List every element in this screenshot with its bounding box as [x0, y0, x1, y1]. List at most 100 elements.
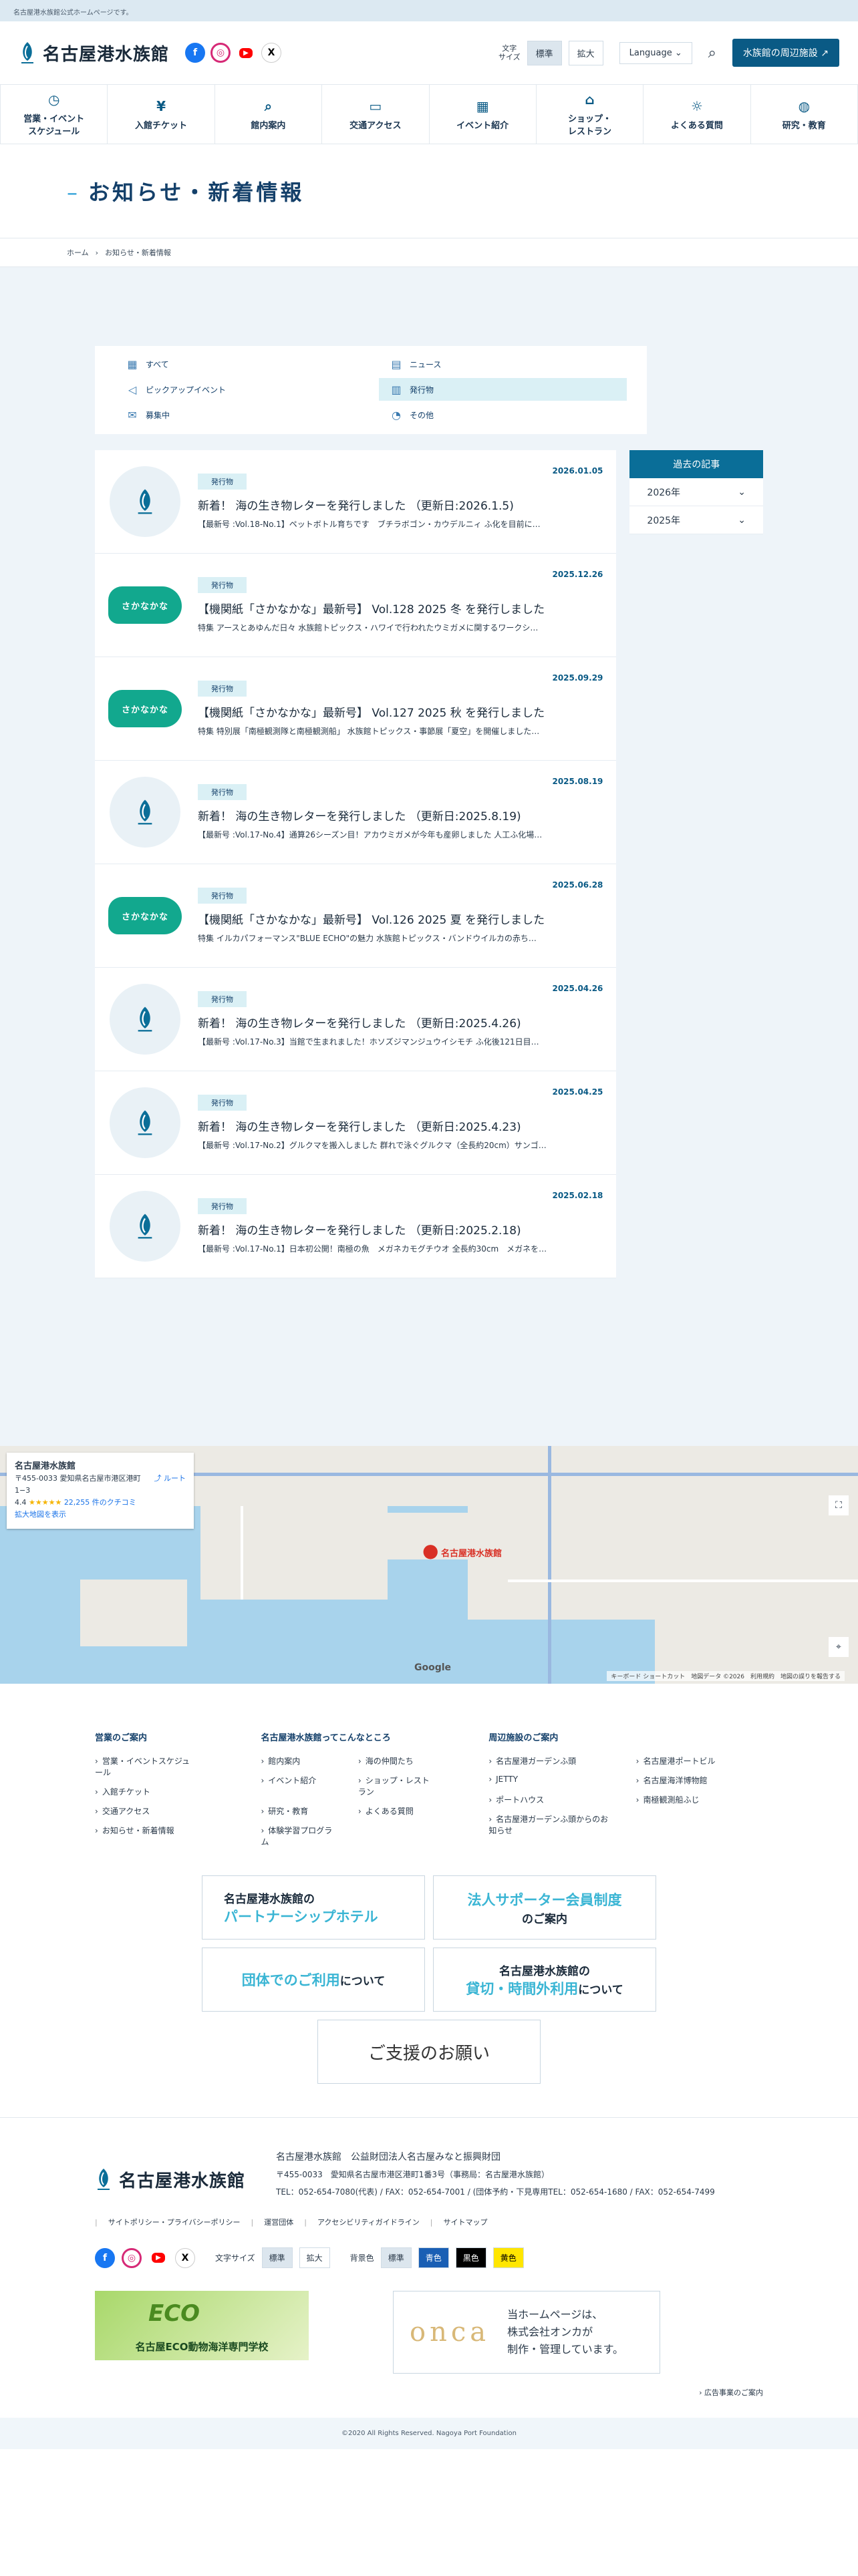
footer-link[interactable]: 交通アクセス	[95, 1805, 194, 1817]
footer-link[interactable]: ポートハウス	[488, 1794, 615, 1805]
banner-highlight: 貸切・時間外利用	[466, 1980, 579, 1997]
chevron-down-icon: ⌄	[738, 486, 746, 498]
footer-link[interactable]: ショップ・レストラン	[358, 1775, 435, 1797]
article-item[interactable]: さかなかな 発行物 【機関紙「さかなかな」最新号】 Vol.127 2025 秋 を…	[95, 657, 617, 761]
nav-item-7[interactable]: ◍ 研究・教育	[750, 85, 858, 144]
footer-link[interactable]: お知らせ・新着情報	[95, 1825, 194, 1836]
nav-item-2[interactable]: ⌕ 館内案内	[214, 85, 321, 144]
category-0[interactable]: ▦ すべて	[115, 353, 363, 375]
map-reviews-link[interactable]: 22,255 件のクチコミ	[64, 1498, 136, 1507]
nav-item-0[interactable]: ◷ 営業・イベント スケジュール	[0, 85, 107, 144]
article-item[interactable]: 発行物 新着！ 海の生き物レターを発行しました （更新日:2025.4.26) 【最…	[95, 968, 617, 1071]
font-size-large-button[interactable]: 拡大	[568, 40, 603, 65]
article-title: 新着！ 海の生き物レターを発行しました （更新日:2025.8.19)	[198, 810, 521, 823]
breadcrumb-home[interactable]: ホーム	[67, 247, 89, 258]
footer-link[interactable]: JETTY	[488, 1775, 615, 1786]
article-item[interactable]: さかなかな 発行物 【機関紙「さかなかな」最新号】 Vol.128 2025 冬 を…	[95, 554, 617, 657]
map-pegman-icon[interactable]: ⌖	[829, 1637, 849, 1657]
x-icon[interactable]: X	[261, 43, 282, 63]
footer-font-standard-button[interactable]: 標準	[261, 2247, 293, 2268]
banner-text: について	[578, 1983, 623, 1997]
map-pin-icon[interactable]: ●	[422, 1539, 438, 1561]
instagram-icon[interactable]: ◎	[210, 43, 231, 63]
archive-year-2026[interactable]: 2026年 ⌄	[629, 478, 763, 506]
article-body: 発行物 新着！ 海の生き物レターを発行しました （更新日:2025.2.18) 【最…	[198, 1198, 600, 1254]
youtube-icon[interactable]: ▶	[236, 43, 257, 63]
onca-ad[interactable]: onca 当ホームページは、 株式会社オンカが 制作・管理しています。	[393, 2291, 660, 2374]
category-5[interactable]: ◔ その他	[379, 403, 627, 426]
footer-link[interactable]: 名古屋港ガーデンふ頭	[488, 1755, 615, 1767]
footer-link[interactable]: 南極観測船ふじ	[636, 1794, 763, 1805]
nav-item-5[interactable]: ⌂ ショップ・ レストラン	[535, 85, 643, 144]
footer-link[interactable]: 名古屋港ガーデンふ頭からのお知らせ	[488, 1813, 615, 1836]
category-4[interactable]: ✉ 募集中	[115, 403, 363, 426]
group-use-banner[interactable]: 団体でのご利用について	[202, 1948, 425, 2012]
bg-yellow-button[interactable]: 黄色	[492, 2247, 524, 2268]
x-icon[interactable]: X	[175, 2247, 195, 2268]
bg-black-button[interactable]: 黒色	[455, 2247, 486, 2268]
ad-info-link[interactable]: › 広告事業のご案内	[95, 2387, 763, 2398]
article-title: 【機関紙「さかなかな」最新号】 Vol.126 2025 夏 を発行しました	[198, 914, 545, 927]
aquarium-logo-icon	[110, 777, 180, 848]
article-item[interactable]: 発行物 新着！ 海の生き物レターを発行しました （更新日:2026.1.5) 【最新…	[95, 450, 617, 554]
facebook-icon[interactable]: f	[95, 2247, 115, 2268]
map-route-link[interactable]: ⤴ ルート	[154, 1473, 186, 1497]
map-larger-link[interactable]: 拡大地図を表示	[15, 1510, 66, 1519]
footer-link[interactable]: 名古屋海洋博物館	[636, 1775, 763, 1786]
site-logo[interactable]: 名古屋港水族館	[19, 41, 169, 65]
youtube-icon[interactable]: ▶	[148, 2247, 168, 2268]
google-map[interactable]: 名古屋港水族館 〒455-0033 愛知県名古屋市港区港町1−3 ⤴ ルート 4…	[0, 1446, 858, 1684]
map-fullscreen-icon[interactable]: ⛶	[829, 1495, 849, 1515]
instagram-icon[interactable]: ◎	[122, 2247, 142, 2268]
partnership-hotel-banner[interactable]: 名古屋港水族館の パートナーシップホテル	[202, 1875, 425, 1940]
category-3[interactable]: ▥ 発行物	[379, 378, 627, 401]
footer-font-large-button[interactable]: 拡大	[299, 2247, 330, 2268]
footer-link[interactable]: 海の仲間たち	[358, 1755, 435, 1767]
article-item[interactable]: 発行物 新着！ 海の生き物レターを発行しました （更新日:2025.8.19) 【最…	[95, 761, 617, 864]
search-icon[interactable]: ⌕	[699, 39, 726, 66]
private-rental-banner[interactable]: 名古屋港水族館の 貸切・時間外利用について	[433, 1948, 656, 2012]
footer-link[interactable]: 館内案内	[261, 1755, 337, 1767]
category-label: ピックアップイベント	[146, 385, 227, 395]
site-header: 名古屋港水族館 f ◎ ▶ X 文字 サイズ 標準 拡大 Language ⌄ …	[0, 21, 858, 84]
language-select[interactable]: Language ⌄	[619, 41, 692, 64]
support-request-banner[interactable]: ご支援のお願い	[317, 2020, 541, 2084]
footer-logo[interactable]: 名古屋港水族館	[95, 2158, 245, 2201]
article-category-badge: 発行物	[198, 1198, 247, 1214]
footer-policy-link[interactable]: サイトポリシー・プライバシーポリシー	[95, 2217, 241, 2227]
article-item[interactable]: 発行物 新着！ 海の生き物レターを発行しました （更新日:2025.4.23) 【最…	[95, 1071, 617, 1175]
category-2[interactable]: ◁ ピックアップイベント	[115, 378, 363, 401]
nav-item-4[interactable]: ▦ イベント紹介	[428, 85, 536, 144]
footer-link[interactable]: 体験学習プログラム	[261, 1825, 337, 1847]
footer-policy-link[interactable]: アクセシビリティガイドライン	[304, 2217, 420, 2227]
banner-area: 名古屋港水族館の パートナーシップホテル 法人サポーター会員制度 のご案内 団体…	[0, 1855, 858, 2117]
footer-link[interactable]: よくある質問	[358, 1805, 435, 1817]
footer-policy-link[interactable]: サイトマップ	[430, 2217, 487, 2227]
footer-link[interactable]: イベント紹介	[261, 1775, 337, 1797]
nav-item-1[interactable]: ¥ 入館チケット	[107, 85, 214, 144]
nearby-facilities-button[interactable]: 水族館の周辺施設 ↗	[732, 39, 839, 67]
footer-link[interactable]: 研究・教育	[261, 1805, 337, 1817]
corporate-supporter-banner[interactable]: 法人サポーター会員制度 のご案内	[433, 1875, 656, 1940]
footer-policy-link[interactable]: 運営団体	[251, 2217, 293, 2227]
content-row: 発行物 新着！ 海の生き物レターを発行しました （更新日:2026.1.5) 【最新…	[95, 450, 763, 1278]
article-item[interactable]: 発行物 新着！ 海の生き物レターを発行しました （更新日:2025.2.18) 【最…	[95, 1175, 617, 1278]
nav-item-label: 入館チケット	[135, 120, 188, 131]
nav-item-3[interactable]: ▭ 交通アクセス	[321, 85, 428, 144]
map-rating: 4.4	[15, 1498, 27, 1507]
facebook-icon[interactable]: f	[185, 43, 206, 63]
bg-blue-button[interactable]: 青色	[418, 2247, 449, 2268]
footer-link[interactable]: 入館チケット	[95, 1786, 194, 1797]
nav-item-6[interactable]: ☼ よくある質問	[643, 85, 750, 144]
footer-link[interactable]: 名古屋港ポートビル	[636, 1755, 763, 1767]
font-size-standard-button[interactable]: 標準	[527, 40, 562, 65]
article-item[interactable]: さかなかな 発行物 【機関紙「さかなかな」最新号】 Vol.126 2025 夏 を…	[95, 864, 617, 968]
archive-year-2025[interactable]: 2025年 ⌄	[629, 506, 763, 534]
bg-standard-button[interactable]: 標準	[380, 2247, 412, 2268]
footer-link[interactable]: 営業・イベントスケジュール	[95, 1755, 194, 1778]
article-date: 2025.02.18	[552, 1191, 603, 1200]
category-1[interactable]: ▤ ニュース	[379, 353, 627, 375]
map-route-label: ルート	[164, 1474, 186, 1483]
calendar-icon: ▦	[476, 98, 489, 114]
eco-school-ad[interactable]: ECO 名古屋ECO動物海洋専門学校	[95, 2291, 309, 2360]
